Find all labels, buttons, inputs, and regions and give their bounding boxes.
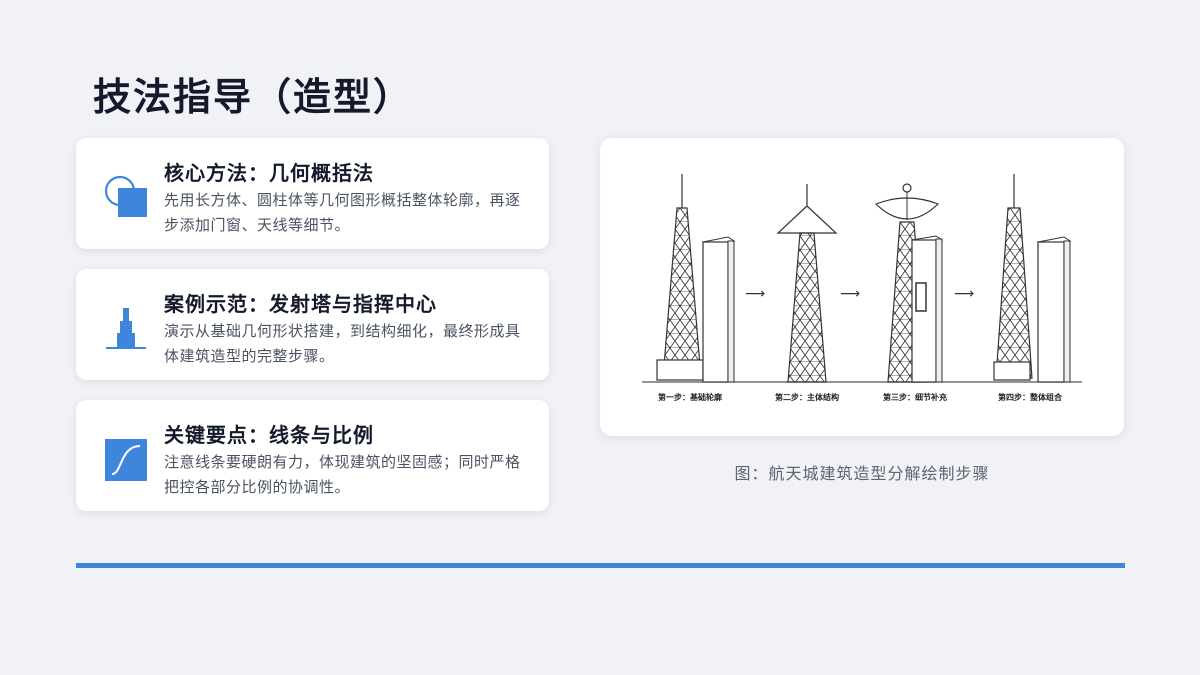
step-2-drawing [776, 184, 838, 383]
step-4-drawing [993, 174, 1072, 383]
keypoints-card: 关键要点：线条与比例 注意线条要硬朗有力，体现建筑的坚固感；同时严格把控各部分比… [76, 400, 549, 511]
tower-steps-illustration: ⟶ ⟶ ⟶ 第一步：基础轮廓 第二步：主体结构 第三步：细节补充 第四步：整体组… [642, 174, 1082, 402]
bottom-divider [76, 563, 1125, 568]
figure-caption: 图：航天城建筑造型分解绘制步骤 [734, 464, 990, 483]
card-heading: 关键要点：线条与比例 [164, 423, 374, 447]
step-label: 第四步：整体组合 [998, 392, 1063, 402]
step-label: 第三步：细节补充 [883, 392, 947, 402]
arrow-icon: ⟶ [840, 286, 860, 302]
method-card: 核心方法：几何概括法 先用长方体、圆柱体等几何图形概括整体轮廓，再逐步添加门窗、… [76, 138, 549, 249]
arrow-icon: ⟶ [954, 286, 974, 302]
shapes-icon [104, 175, 147, 217]
page-title: 技法指导（造型） [93, 74, 414, 119]
example-card: 案例示范：发射塔与指挥中心 演示从基础几何形状搭建，到结构细化，最终形成具体建筑… [76, 269, 549, 380]
card-heading: 案例示范：发射塔与指挥中心 [164, 292, 437, 316]
card-body: 先用长方体、圆柱体等几何图形概括整体轮廓，再逐步添加门窗、天线等细节。 [164, 191, 521, 234]
card-body: 演示从基础几何形状搭建，到结构细化，最终形成具体建筑造型的完整步骤。 [164, 322, 521, 365]
step-3-drawing [874, 183, 944, 383]
step-label: 第二步：主体结构 [775, 392, 839, 402]
tower-icon [106, 308, 146, 349]
card-body: 注意线条要硬朗有力，体现建筑的坚固感；同时严格把控各部分比例的协调性。 [164, 453, 521, 496]
step-label: 第一步：基础轮廓 [658, 392, 722, 402]
curve-icon [105, 439, 147, 481]
arrow-icon: ⟶ [745, 286, 765, 302]
card-heading: 核心方法：几何概括法 [164, 161, 374, 185]
figure-card: ⟶ ⟶ ⟶ 第一步：基础轮廓 第二步：主体结构 第三步：细节补充 第四步：整体组… [600, 138, 1124, 436]
step-1-drawing [656, 174, 736, 383]
